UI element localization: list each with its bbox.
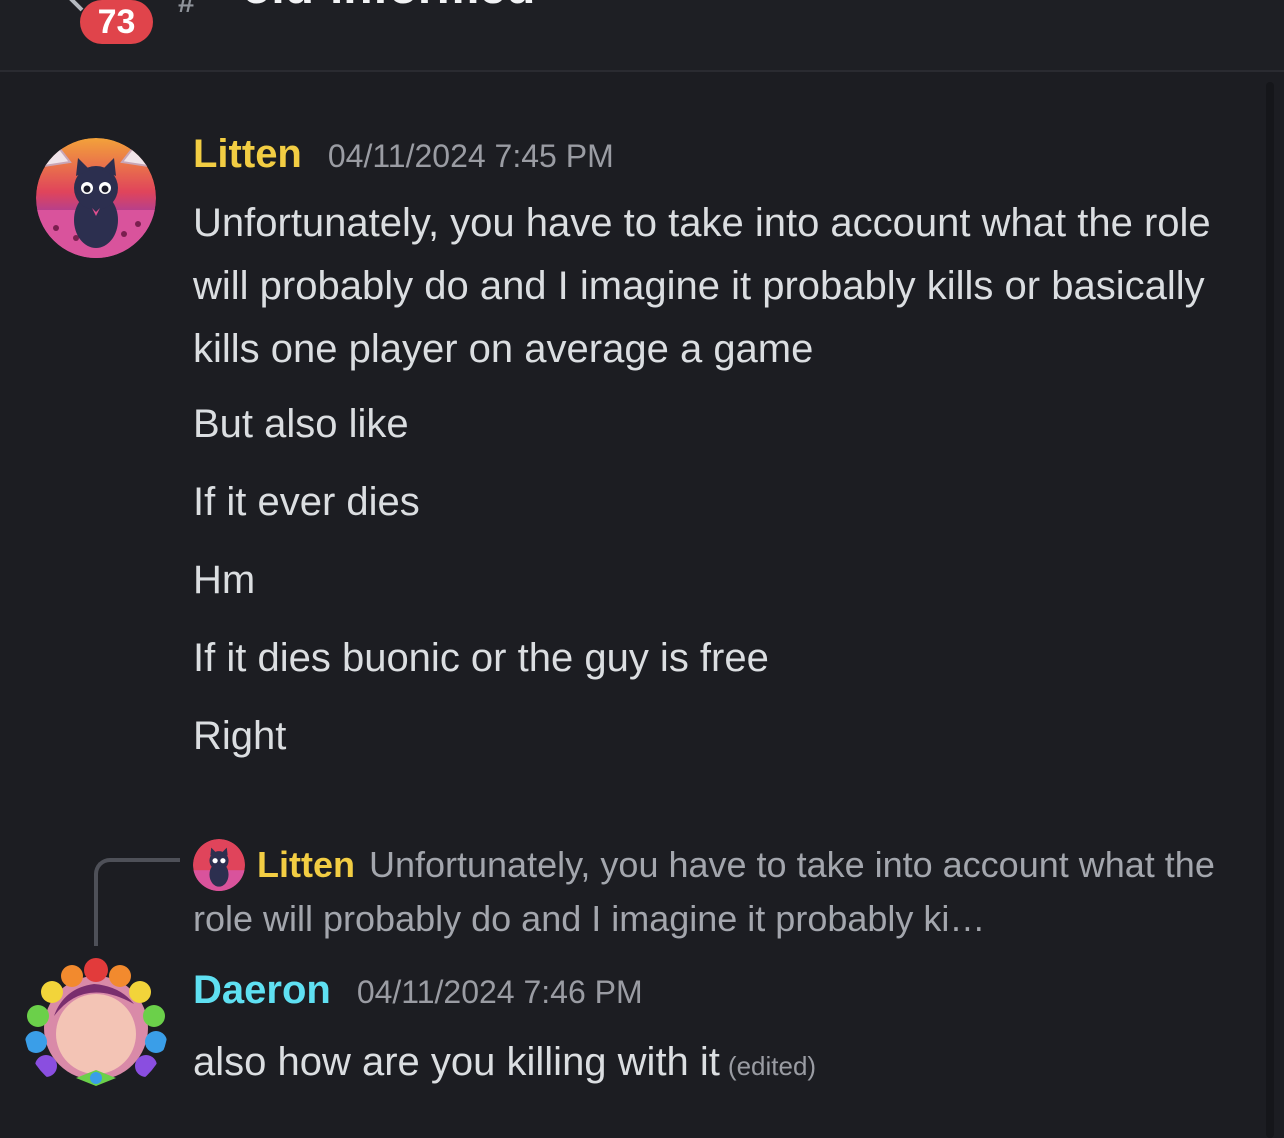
author-name[interactable]: Daeron [193,968,331,1013]
message-text: If it ever dies [193,480,420,524]
message-text: Right [193,714,287,758]
message-text: also how are you killing with it [193,1040,720,1084]
channel-header: 73 # old-informed [0,0,1284,72]
unread-count-badge[interactable]: 73 [80,0,153,44]
message-daeron: Daeron 04/11/2024 7:46 PM [193,968,1244,1013]
message-text: If it dies buonic or the guy is free [193,636,769,680]
message-litten: Litten 04/11/2024 7:45 PM [193,132,1244,177]
timestamp: 04/11/2024 7:45 PM [327,138,614,174]
channel-title[interactable]: old-informed [242,0,535,15]
message-text-row: also how are you killing with it (edited) [193,1040,816,1085]
author-name[interactable]: Litten [193,132,302,177]
message-text: But also like [193,402,409,446]
avatar-daeron[interactable] [24,956,168,1096]
message-text: Hm [193,558,256,602]
reply-connector-line [94,858,180,946]
hash-icon: # [178,0,195,19]
edited-label: (edited) [727,1051,817,1081]
avatar-litten[interactable] [36,138,156,258]
timestamp: 04/11/2024 7:46 PM [356,974,643,1010]
reply-preview[interactable]: Litten Unfortunately, you have to take in… [193,838,1253,946]
cat-avatar-icon [193,839,245,891]
scrollbar[interactable] [1266,82,1274,1138]
reply-author-name[interactable]: Litten [257,844,355,885]
reply-avatar-litten [193,839,245,891]
message-text: Unfortunately, you have to take into acc… [193,201,1211,371]
cat-avatar-icon [36,138,156,258]
flower-crown-avatar-icon [25,958,167,1086]
